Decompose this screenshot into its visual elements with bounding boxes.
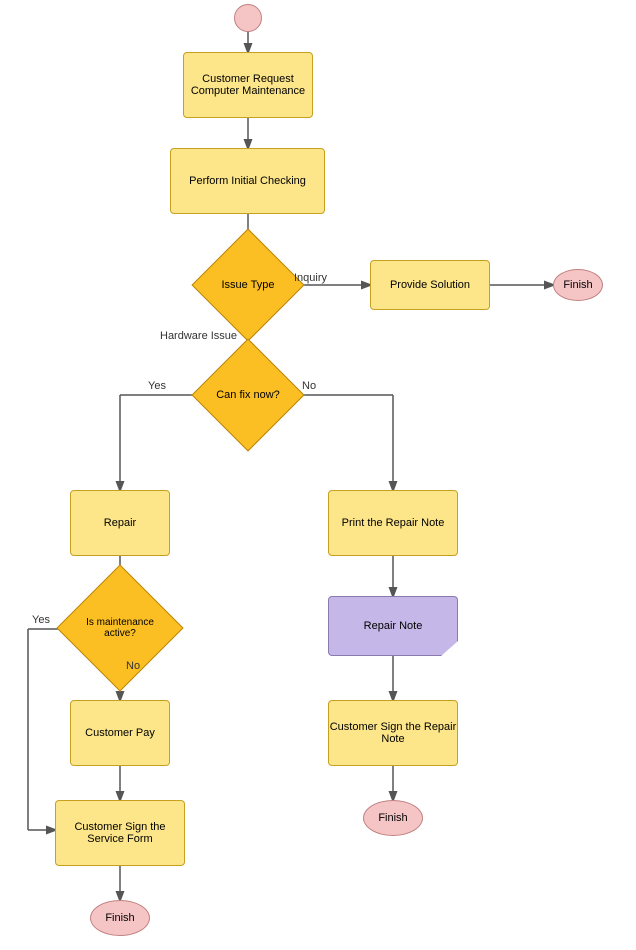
perform-checking-box: Perform Initial Checking bbox=[170, 148, 325, 214]
customer-sign-repair-box: Customer Sign the Repair Note bbox=[328, 700, 458, 766]
no1-label: No bbox=[302, 380, 316, 392]
customer-sign-service-box: Customer Sign the Service Form bbox=[55, 800, 185, 866]
customer-pay-box: Customer Pay bbox=[70, 700, 170, 766]
start-oval bbox=[234, 4, 262, 32]
customer-request-box: Customer Request Computer Maintenance bbox=[183, 52, 313, 118]
no2-label: No bbox=[126, 660, 140, 672]
repair-note-doc: Repair Note bbox=[328, 596, 458, 656]
print-repair-note-box: Print the Repair Note bbox=[328, 490, 458, 556]
finish1-oval: Finish bbox=[553, 269, 603, 301]
can-fix-diamond: Can fix now? bbox=[208, 355, 288, 435]
repair-box: Repair bbox=[70, 490, 170, 556]
flowchart: Customer Request Computer Maintenance Pe… bbox=[0, 0, 636, 950]
hardware-issue-label: Hardware Issue bbox=[160, 330, 237, 342]
issue-type-diamond: Issue Type bbox=[208, 245, 288, 325]
finish3-oval: Finish bbox=[90, 900, 150, 936]
provide-solution-box: Provide Solution bbox=[370, 260, 490, 310]
finish2-oval: Finish bbox=[363, 800, 423, 836]
yes2-label: Yes bbox=[32, 614, 50, 626]
is-maintenance-diamond: Is maintenance active? bbox=[75, 583, 165, 673]
inquiry-label: Inquiry bbox=[294, 272, 327, 284]
yes1-label: Yes bbox=[148, 380, 166, 392]
